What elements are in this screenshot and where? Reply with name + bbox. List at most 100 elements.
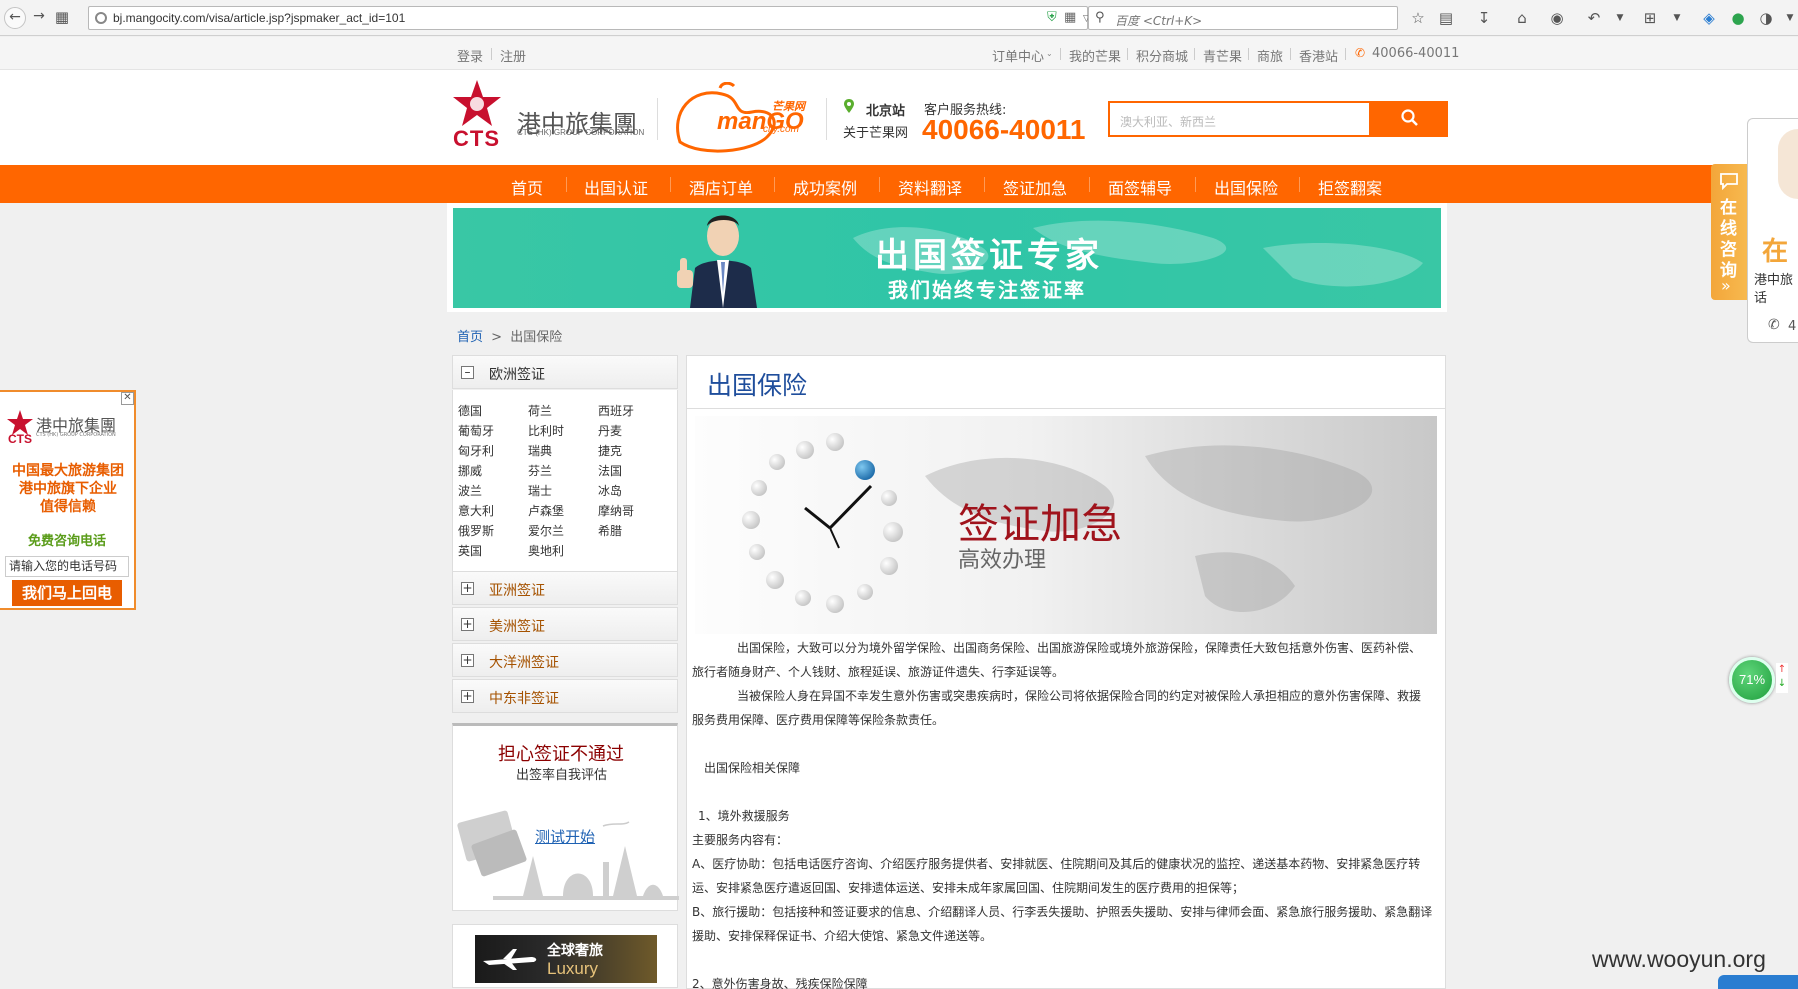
register-link[interactable]: 注册 [500,46,526,65]
message-icon[interactable]: ◈ [1699,8,1719,28]
forward-icon[interactable]: → [28,7,50,29]
accordion-mideast-africa[interactable]: + 中东非签证 [452,679,678,713]
crop-icon[interactable]: ⊞ [1640,8,1660,28]
shield-icon[interactable]: ⛨ [1047,10,1057,25]
reading-list-icon[interactable]: ▤ [1436,8,1456,28]
breadcrumb-home[interactable]: 首页 [457,330,483,345]
undo-icon[interactable]: ↶ [1584,8,1604,28]
mango-logo-com: city.com [763,124,799,135]
country-link[interactable]: 葡萄牙 [458,422,494,439]
nav-travel-insurance[interactable]: 出国保险 [1214,175,1278,199]
country-link[interactable]: 挪威 [458,462,482,479]
list-item-b-line1: B、旅行援助：包括接种和签证要求的信息、介绍翻译人员、行李丢失援助、护照丢失援助… [692,905,1433,919]
order-center-link[interactable]: 订单中心 [992,46,1044,65]
hero-title: 签证加急 [958,500,1122,548]
country-link[interactable]: 希腊 [598,522,622,539]
expand-icon[interactable]: + [461,582,474,595]
callback-button[interactable]: 我们马上回电 [12,580,122,606]
accordion-oceania[interactable]: + 大洋洲签证 [452,643,678,677]
subsection-heading: 1、境外救援服务 [698,809,790,823]
collapse-icon[interactable]: – [461,366,474,379]
businessman-thumbs-up-image [677,215,757,308]
profile-icon[interactable]: ◑ [1756,8,1776,28]
country-link[interactable]: 西班牙 [598,402,634,419]
points-mall-link[interactable]: 积分商城 [1136,46,1188,65]
nav-success-cases[interactable]: 成功案例 [793,175,857,199]
home-icon[interactable]: ⌂ [1512,8,1532,28]
expand-icon[interactable]: + [461,654,474,667]
my-mango-link[interactable]: 我的芒果 [1069,46,1121,65]
business-travel-link[interactable]: 商旅 [1257,46,1283,65]
country-link[interactable]: 意大利 [458,502,494,519]
nav-visa-express[interactable]: 签证加急 [1003,175,1067,199]
start-test-link[interactable]: 测试开始 [535,826,595,847]
login-link[interactable]: 登录 [457,46,483,65]
phone-number-input[interactable]: 请输入您的电话号码 [5,556,129,577]
site-search-button[interactable] [1371,101,1448,137]
online-consult-panel[interactable]: 在 港中旅 话 ✆ 4 [1747,118,1798,343]
browser-search[interactable]: ⚲ 百度 <Ctrl+K> [1088,6,1398,30]
nav-refusal-appeal[interactable]: 拒签翻案 [1318,175,1382,199]
nav-translation[interactable]: 资料翻译 [898,175,962,199]
chat-icon[interactable]: ◉ [1547,8,1567,28]
online-consult-tab[interactable]: 在线咨询 » [1711,164,1747,300]
nav-certification[interactable]: 出国认证 [584,175,648,199]
left-floating-ad: ✕ CTS 港中旅集團 CTS (HK) GROUP CORPORATION 中… [0,390,136,610]
promo-subtitle: 出签率自我评估 [516,768,608,783]
qing-mango-link[interactable]: 青芒果 [1203,46,1242,65]
airplane-icon [483,949,537,970]
bottom-chat-chip[interactable] [1718,975,1798,989]
crop-dropdown-icon[interactable]: ▼ [1667,8,1687,28]
nav-interview-coaching[interactable]: 面签辅导 [1108,175,1172,199]
back-icon[interactable]: ← [4,7,26,29]
site-info-icon[interactable] [95,12,107,24]
clock-graphic [742,433,903,613]
about-mango-link[interactable]: 关于芒果网 [843,122,908,141]
expand-icon[interactable]: + [461,690,474,703]
country-link[interactable]: 卢森堡 [528,502,564,519]
menu-dropdown-icon[interactable]: ▼ [1780,8,1798,28]
accordion-asia[interactable]: + 亚洲签证 [452,571,678,605]
country-link[interactable]: 匈牙利 [458,442,494,459]
luxury-title-en: Luxury [547,959,599,978]
site-search-input[interactable]: 澳大利亚、新西兰 [1108,101,1371,137]
undo-dropdown-icon[interactable]: ▼ [1610,8,1630,28]
country-link[interactable]: 德国 [458,402,482,419]
download-icon[interactable]: ↧ [1474,8,1494,28]
accordion-america[interactable]: + 美洲签证 [452,607,678,641]
speed-gauge[interactable]: 71% [1729,657,1775,703]
accordion-europe[interactable]: – 欧洲签证 [452,355,678,389]
country-link[interactable]: 摩纳哥 [598,502,634,519]
bookmark-star-icon[interactable]: ☆ [1408,8,1428,28]
ad-slogan: 中国最大旅游集团 港中旅旗下企业 值得信赖 [6,462,130,516]
close-icon[interactable]: ✕ [121,392,134,405]
breadcrumb-separator: > [491,330,503,345]
country-link[interactable]: 芬兰 [528,462,552,479]
country-link[interactable]: 俄罗斯 [458,522,494,539]
nav-hotel-order[interactable]: 酒店订单 [689,175,753,199]
country-link[interactable]: 瑞典 [528,442,552,459]
station-selector[interactable]: 北京站 [866,100,905,119]
promo-banner[interactable]: 出国签证专家 我们始终专注签证率 [453,208,1441,308]
qr-icon[interactable]: ▦ [1064,10,1076,25]
country-link[interactable]: 比利时 [528,422,564,439]
country-link[interactable]: 奥地利 [528,542,564,559]
country-link[interactable]: 英国 [458,542,482,559]
country-link[interactable]: 荷兰 [528,402,552,419]
consult-phone-digit: 4 [1788,319,1797,334]
hongkong-link[interactable]: 香港站 [1299,46,1338,65]
country-link[interactable]: 爱尔兰 [528,522,564,539]
country-link[interactable]: 波兰 [458,482,482,499]
extension-icon[interactable]: ● [1728,8,1748,28]
country-link[interactable]: 瑞士 [528,482,552,499]
nav-home[interactable]: 首页 [511,175,543,199]
ad-slogan-line3: 值得信赖 [40,499,96,515]
luxury-travel-banner[interactable]: 全球奢旅 Luxury [452,924,678,988]
url-bar[interactable]: bj.mangocity.com/visa/article.jsp?jspmak… [88,6,1110,30]
expand-icon[interactable]: + [461,618,474,631]
country-link[interactable]: 冰岛 [598,482,622,499]
list-item-a-line2: 运、安排紧急医疗遣返回国、安排遗体运送、安排未成年家属回国、住院期间发生的医疗费… [692,881,1245,895]
country-link[interactable]: 法国 [598,462,622,479]
country-link[interactable]: 丹麦 [598,422,622,439]
country-link[interactable]: 捷克 [598,442,622,459]
